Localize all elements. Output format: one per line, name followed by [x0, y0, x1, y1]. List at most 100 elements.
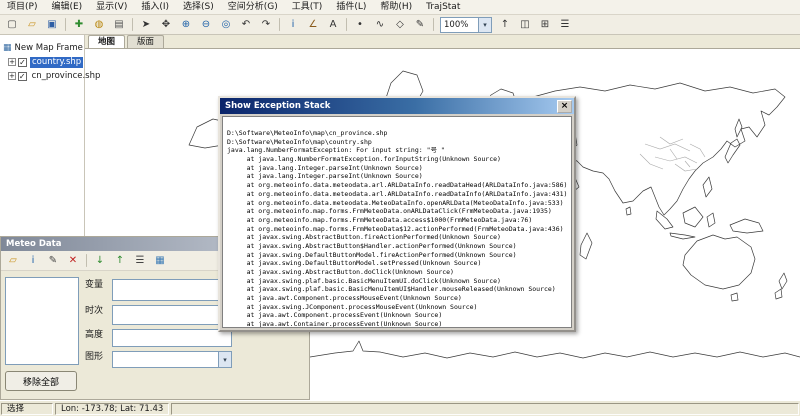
tab-label: 地图: [98, 37, 115, 47]
graphic-combo[interactable]: ▾: [112, 351, 232, 368]
dialog-titlebar[interactable]: Show Exception Stack ×: [220, 98, 574, 114]
expand-icon[interactable]: +: [8, 58, 16, 66]
variable-list[interactable]: [112, 279, 232, 301]
separator[interactable]: [65, 18, 66, 31]
map-layout-icon[interactable]: ◫: [516, 17, 534, 33]
open-data-icon[interactable]: ◍: [90, 17, 108, 33]
menu-selection[interactable]: 选择(S): [176, 0, 221, 15]
identify-icon[interactable]: i: [284, 17, 302, 33]
toolbar-icon-glyph: ↶: [242, 19, 250, 30]
layers-icon[interactable]: ▤: [110, 17, 128, 33]
separator[interactable]: [433, 18, 434, 31]
dropdown-arrow-icon[interactable]: ▾: [478, 18, 491, 32]
menu-insert[interactable]: 插入(I): [134, 0, 176, 15]
import-data-icon[interactable]: ↑: [111, 253, 129, 269]
time-row: 时次: [85, 305, 232, 325]
stack-line: at javax.swing.DefaultButtonModel.fireAc…: [227, 242, 567, 251]
export-data-icon[interactable]: ↓: [91, 253, 109, 269]
menu-project[interactable]: 项目(P): [0, 0, 44, 15]
separator[interactable]: [346, 18, 347, 31]
time-label: 时次: [85, 305, 112, 317]
variable-label: 变量: [85, 279, 112, 291]
menu-geoprocessing[interactable]: 空间分析(G): [221, 0, 285, 15]
expand-icon[interactable]: +: [8, 72, 16, 80]
map-frame-node[interactable]: ▦ New Map Frame: [0, 41, 84, 55]
separator[interactable]: [132, 18, 133, 31]
time-list[interactable]: [112, 305, 232, 325]
menu-trajstat[interactable]: TrajStat: [419, 0, 467, 15]
exception-stack-text[interactable]: D:\Software\MeteoInfo\map\cn_province.sh…: [222, 116, 572, 328]
statusbar: 选择 Lon: -173.78; Lat: 71.43: [0, 400, 800, 416]
status-empty: [171, 403, 799, 415]
menu-item-label: 插件(L): [336, 2, 366, 12]
zoom-next-icon[interactable]: ↷: [257, 17, 275, 33]
china-provinces: [640, 137, 705, 171]
layer-country[interactable]: + ✓ country.shp: [0, 55, 84, 69]
menu-item-label: 选择(S): [183, 2, 214, 12]
new-point-icon[interactable]: •: [351, 17, 369, 33]
save-project-icon[interactable]: ▣: [43, 17, 61, 33]
data-list-icon[interactable]: ☰: [131, 253, 149, 269]
full-extent-icon[interactable]: ◎: [217, 17, 235, 33]
meteo-toolbar-icon-glyph: i: [32, 255, 35, 266]
stack-line: at javax.swing.plaf.basic.BasicMenuItemU…: [227, 276, 567, 285]
new-polyline-icon[interactable]: ∿: [371, 17, 389, 33]
edit-data-icon[interactable]: ✎: [44, 253, 62, 269]
meteo-toolbar-icon-glyph: ☰: [136, 255, 145, 266]
zoom-combo[interactable]: 100% ▾: [440, 17, 492, 33]
grid-icon[interactable]: ⊞: [536, 17, 554, 33]
menu-help[interactable]: 帮助(H): [373, 0, 419, 15]
label-icon[interactable]: A: [324, 17, 342, 33]
data-info-icon[interactable]: i: [24, 253, 42, 269]
zoom-out-icon[interactable]: ⊖: [197, 17, 215, 33]
close-icon[interactable]: ×: [557, 100, 572, 113]
document-tabs: 地图 版面: [85, 35, 800, 48]
menu-edit[interactable]: 编辑(E): [44, 0, 89, 15]
north-arrow-icon[interactable]: ↑: [496, 17, 514, 33]
toolbar-icon-glyph: ✥: [162, 19, 170, 30]
draw-chart-icon[interactable]: ▦: [151, 253, 169, 269]
toolbar-icon-glyph: ∿: [376, 19, 384, 30]
select-icon[interactable]: ➤: [137, 17, 155, 33]
toolbar-icon-glyph: ◇: [396, 19, 404, 30]
exception-dialog: Show Exception Stack × D:\Software\Meteo…: [218, 96, 576, 332]
layer-cn-province[interactable]: + ✓ cn_province.shp: [0, 69, 84, 83]
toolbar-icon-glyph: i: [292, 19, 295, 30]
separator[interactable]: [279, 18, 280, 31]
toolbar-icon-glyph: ⊕: [182, 19, 190, 30]
zoom-in-icon[interactable]: ⊕: [177, 17, 195, 33]
meteo-toolbar-icon-glyph: ✎: [49, 255, 57, 266]
layer-checkbox[interactable]: ✓: [18, 58, 27, 67]
measure-icon[interactable]: ∠: [304, 17, 322, 33]
separator[interactable]: [86, 254, 87, 267]
new-polygon-icon[interactable]: ◇: [391, 17, 409, 33]
tab-layout[interactable]: 版面: [127, 35, 164, 48]
dropdown-arrow-icon[interactable]: ▾: [218, 352, 231, 367]
edit-vertices-icon[interactable]: ✎: [411, 17, 429, 33]
level-label: 高度: [85, 329, 112, 341]
level-list[interactable]: [112, 329, 232, 347]
stack-line: at org.meteoinfo.data.meteodata.MeteoDat…: [227, 190, 567, 199]
add-layer-icon[interactable]: ✚: [70, 17, 88, 33]
layer-checkbox[interactable]: ✓: [18, 72, 27, 81]
map-frame-label: New Map Frame: [15, 43, 83, 53]
toolbar-icon-glyph: ∠: [309, 19, 318, 30]
status-mode: 选择: [1, 403, 53, 415]
zoom-previous-icon[interactable]: ↶: [237, 17, 255, 33]
menu-view[interactable]: 显示(V): [89, 0, 134, 15]
close-data-icon[interactable]: ✕: [64, 253, 82, 269]
menu-plugin[interactable]: 插件(L): [329, 0, 373, 15]
open-meteo-data-icon[interactable]: ▱: [4, 253, 22, 269]
new-project-icon[interactable]: ▢: [3, 17, 21, 33]
settings-icon[interactable]: ☰: [556, 17, 574, 33]
remove-all-button[interactable]: 移除全部: [5, 371, 77, 391]
tab-map[interactable]: 地图: [88, 35, 125, 48]
stack-line: java.lang.NumberFormatException: For inp…: [227, 137, 567, 146]
variable-row: 变量: [85, 279, 232, 301]
stack-line: at java.awt.Container.processEvent(Unkno…: [227, 311, 567, 320]
open-project-icon[interactable]: ▱: [23, 17, 41, 33]
data-file-list[interactable]: [5, 277, 79, 365]
pan-icon[interactable]: ✥: [157, 17, 175, 33]
menu-tools[interactable]: 工具(T): [285, 0, 330, 15]
main-toolbar: ▢▱▣ ✚◍▤ ➤ ✥ ⊕ ⊖◎ ↶ ↷ i ∠ A • ∿ ◇ ✎ 100% ▾ ↑◫⊞☰: [0, 15, 800, 35]
